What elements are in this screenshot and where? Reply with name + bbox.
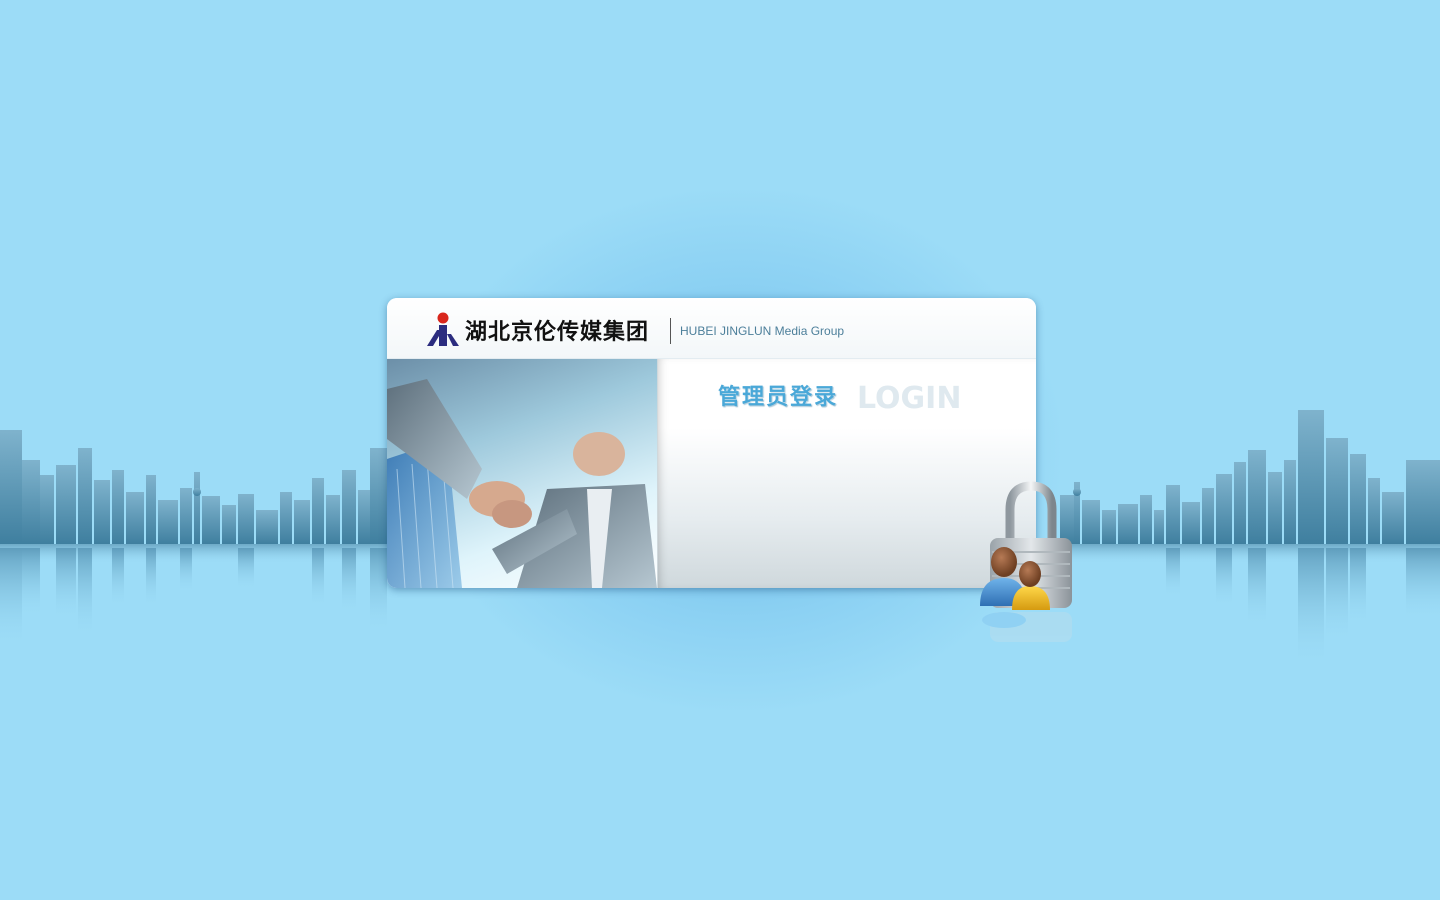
- handshake-illustration: [387, 379, 657, 588]
- login-card-header: 湖北京伦传媒集团 HUBEI JINGLUN Media Group: [387, 298, 1036, 359]
- company-name-en: HUBEI JINGLUN Media Group: [680, 324, 845, 338]
- login-watermark-text: LOGIN: [857, 381, 962, 416]
- admin-login-title: 管理员登录: [718, 385, 839, 410]
- header-divider: [670, 318, 671, 344]
- padlock-users-icon: [980, 481, 1072, 642]
- company-name-cn: 湖北京伦传媒集团: [465, 320, 650, 345]
- login-card: 湖北京伦传媒集团 HUBEI JINGLUN Media Group 管理员登录…: [387, 298, 1036, 588]
- handshake-photo: [387, 359, 657, 588]
- jinglun-logo-icon: [427, 312, 459, 346]
